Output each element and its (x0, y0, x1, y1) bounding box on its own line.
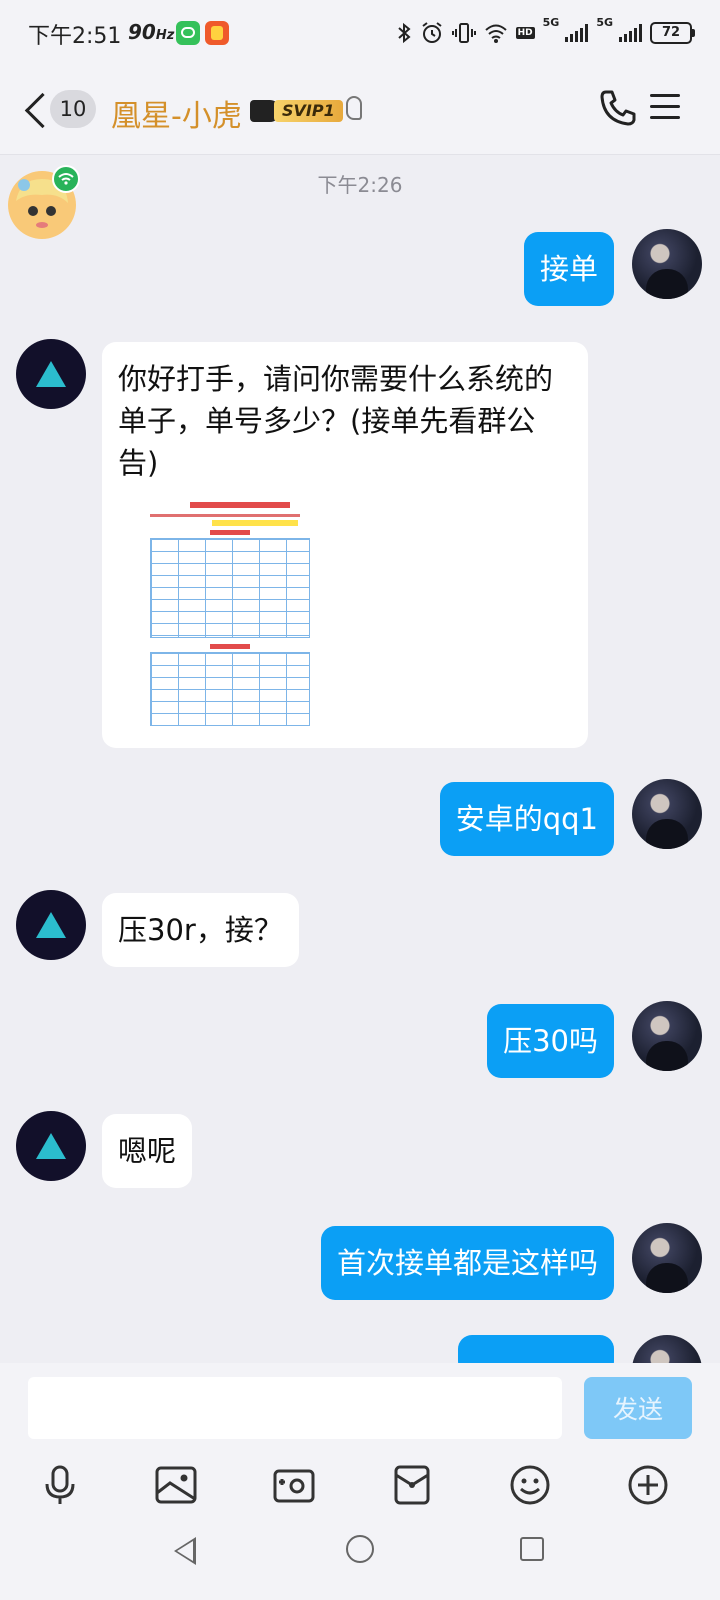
battery-icon: 72 (650, 22, 695, 44)
signal-icon-2 (619, 24, 642, 42)
message-row: 接单 (0, 229, 720, 309)
message-input[interactable] (28, 1377, 562, 1439)
bluetooth-icon (397, 22, 411, 44)
back-button[interactable] (18, 88, 52, 132)
image-title-line (190, 502, 290, 508)
message-row-partial (0, 1335, 720, 1363)
online-wifi-badge (52, 165, 80, 193)
my-avatar[interactable] (632, 1001, 702, 1071)
contact-avatar[interactable] (16, 1111, 86, 1181)
contact-avatar[interactable] (16, 890, 86, 960)
menu-icon[interactable] (650, 94, 680, 120)
image-icon[interactable] (154, 1463, 198, 1507)
status-time: 下午2:51 (28, 24, 122, 49)
phone-call-icon[interactable] (598, 88, 638, 128)
status-bar: 下午2:51 90Hz HD 5G 5G 72 (0, 0, 720, 66)
nav-recents-icon[interactable] (520, 1537, 544, 1561)
message-timestamp: 下午2:26 (317, 173, 403, 197)
unread-count-badge[interactable]: 10 (50, 90, 96, 128)
message-bubble-sent-partial[interactable] (458, 1335, 614, 1363)
network-type-2: 5G (596, 16, 613, 29)
message-row: 嗯呢 (0, 1111, 720, 1191)
contact-avatar[interactable] (16, 339, 86, 409)
nav-home-icon[interactable] (346, 1535, 374, 1563)
svip-badge[interactable]: SVIP1 (250, 98, 343, 124)
send-button[interactable]: 发送 (584, 1377, 692, 1439)
my-avatar[interactable] (632, 229, 702, 299)
ear-mode-icon[interactable] (346, 96, 362, 120)
composer-panel: 发送 (0, 1363, 720, 1600)
message-row: 压30吗 (0, 1001, 720, 1081)
message-row: 安卓的qq1 (0, 779, 720, 859)
my-avatar[interactable] (632, 779, 702, 849)
my-avatar[interactable] (632, 1223, 702, 1293)
hd-badge: HD (515, 27, 535, 39)
composer-toolbar (0, 1455, 720, 1515)
message-row: 压30r，接？ (0, 890, 720, 970)
svip-label: SVIP1 (274, 100, 343, 122)
image-table (150, 652, 310, 726)
red-packet-icon[interactable] (390, 1463, 434, 1507)
microphone-icon[interactable] (38, 1463, 82, 1507)
message-bubble-received[interactable]: 压30r，接？ (102, 893, 299, 967)
message-row: 首次接单都是这样吗 (0, 1223, 720, 1303)
image-table (150, 538, 310, 638)
plus-icon[interactable] (626, 1463, 670, 1507)
message-bubble-sent[interactable]: 安卓的qq1 (439, 782, 614, 856)
signal-icon (565, 24, 589, 42)
chat-header: 10 凰星-小虎 SVIP1 (0, 66, 720, 155)
announcement-image[interactable] (150, 502, 328, 726)
wifi-icon (484, 24, 507, 43)
network-type: 5G (542, 16, 560, 29)
emoji-icon[interactable] (508, 1463, 552, 1507)
vibrate-icon (451, 23, 476, 43)
image-section-heading (210, 530, 250, 535)
message-bubble-received[interactable]: 你好打手，请问你需要什么系统的单子，单号多少？(接单先看群公告) (102, 342, 588, 748)
image-note-line (150, 514, 300, 517)
message-bubble-received[interactable]: 嗯呢 (102, 1114, 193, 1188)
image-section-heading (210, 644, 250, 649)
system-nav-bar (0, 1511, 720, 1599)
nav-back-icon[interactable] (174, 1537, 196, 1565)
message-text: 你好打手，请问你需要什么系统的单子，单号多少？(接单先看群公告) (118, 362, 554, 480)
alarm-icon (422, 22, 442, 43)
message-bubble-sent[interactable]: 接单 (523, 232, 614, 306)
my-avatar[interactable] (632, 1335, 702, 1363)
message-bubble-sent[interactable]: 首次接单都是这样吗 (320, 1226, 614, 1300)
refresh-rate: 90Hz (128, 20, 175, 44)
chat-title[interactable]: 凰星-小虎 (111, 91, 242, 135)
camera-icon[interactable] (272, 1463, 316, 1507)
image-highlight (212, 520, 298, 526)
message-row: 你好打手，请问你需要什么系统的单子，单号多少？(接单先看群公告) (0, 339, 720, 749)
message-list[interactable]: 下午2:26 接单 你好打手，请问你需要什么系统的单子，单号多少？(接单先看群公… (0, 155, 720, 1363)
app-notification-icon (205, 21, 229, 45)
chat-app-icon (176, 21, 200, 45)
message-bubble-sent[interactable]: 压30吗 (487, 1004, 614, 1078)
status-icons: HD 5G 5G 72 (396, 16, 695, 50)
